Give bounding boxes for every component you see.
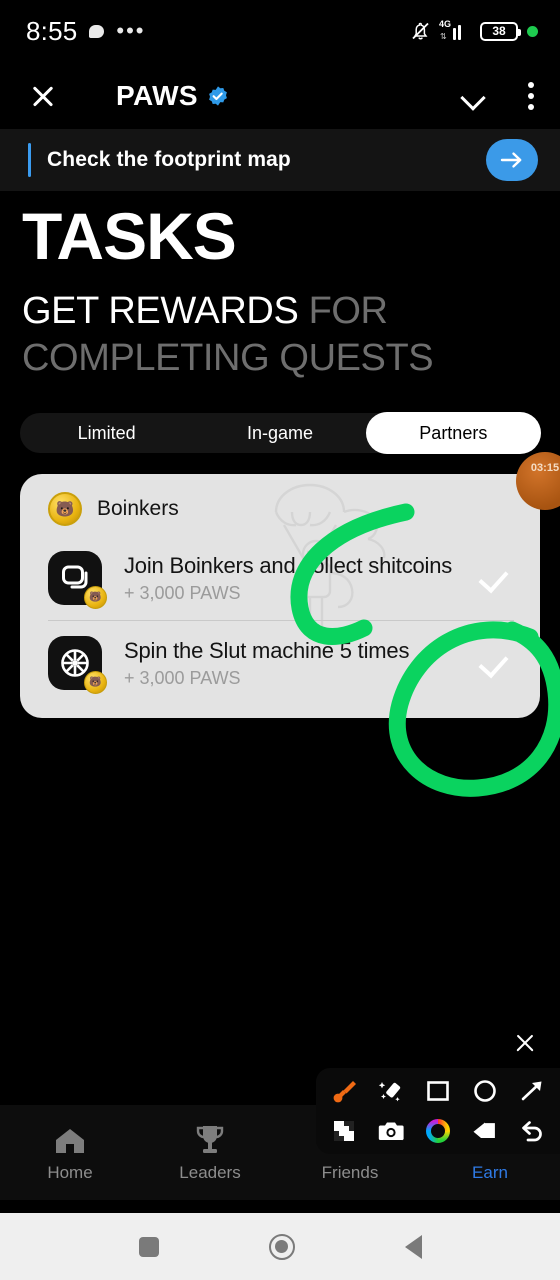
nav-label: Home [47,1163,93,1182]
nav-item-leaders[interactable]: Leaders [140,1122,280,1183]
status-time: 8:55 [26,15,78,46]
partner-task-card: 🐻 Boinkers 🐻 Join Boinkers and collect s… [20,474,540,718]
task-reward: + 3,000 PAWS [124,582,241,603]
banner-arrow-button[interactable] [486,139,538,181]
color-wheel-icon[interactable] [417,1114,459,1148]
hero-subtitle-highlight: GET REWARDS [22,290,299,332]
hero-title: TASKS [22,199,237,273]
nav-item-home[interactable]: Home [0,1122,140,1183]
verified-badge-icon [207,85,229,107]
home-icon [53,1122,87,1156]
markup-close-icon[interactable] [512,1030,538,1056]
task-row[interactable]: 🐻 Spin the Slut machine 5 times + 3,000 … [20,621,540,705]
markup-toolbar-row [320,1114,556,1148]
status-bar-left: 8:55 ••• [26,16,146,47]
nav-label: Leaders [179,1163,241,1182]
mosaic-icon[interactable] [323,1114,365,1148]
arrow-icon[interactable] [511,1074,553,1108]
task-reward: + 3,000 PAWS [124,667,241,688]
trophy-icon [195,1122,225,1156]
recents-square-icon[interactable] [138,1236,159,1257]
tab-partners[interactable]: Partners [366,413,540,453]
eraser-icon[interactable] [464,1114,506,1148]
task-info: Spin the Slut machine 5 times + 3,000 PA… [124,638,409,689]
reward-coin-badge-icon: 🐻 [84,586,107,609]
card-brand-row: 🐻 Boinkers [20,474,540,526]
checkmark-icon[interactable] [480,561,514,595]
brush-icon[interactable] [323,1074,365,1108]
back-triangle-icon[interactable] [404,1234,422,1259]
app-title-group: PAWS [116,80,229,112]
status-bar: 8:55 ••• 4G ⇅ 38 [0,0,560,62]
spin-wheel-icon: 🐻 [48,636,107,694]
recording-dot-icon [527,25,538,37]
app-header: PAWS [0,62,560,129]
brand-name: Boinkers [97,497,179,520]
home-circle-icon[interactable] [268,1233,295,1260]
reward-coin-badge-icon: 🐻 [84,671,107,694]
circle-icon[interactable] [464,1074,506,1108]
banner-accent-bar [28,143,31,177]
app-header-actions [460,81,534,110]
hero-subtitle: GET REWARDS FOR COMPLETING QUESTS [22,288,538,382]
banner-label: Check the footprint map [47,148,291,171]
task-title: Spin the Slut machine 5 times [124,637,410,663]
battery-icon: 38 [480,21,521,41]
chevron-down-icon[interactable] [460,83,486,109]
nav-label: Friends [321,1163,379,1182]
tab-limited[interactable]: Limited [20,413,193,453]
magic-highlighter-icon[interactable] [370,1074,412,1108]
more-dots-icon: ••• [116,18,146,43]
kebab-menu-icon[interactable] [528,81,534,110]
square-icon[interactable] [417,1074,459,1108]
footprint-map-banner[interactable]: Check the footprint map [0,129,560,191]
phone-screen: 8:55 ••• 4G ⇅ 38 PAWS Check the footprin… [0,0,560,1280]
task-category-tabs: Limited In-game Partners [20,413,540,453]
close-icon[interactable] [26,79,60,113]
app-window-icon: 🐻 [48,551,107,609]
chat-bubble-icon [89,24,105,38]
data-arrows-icon: ⇅ [439,31,447,41]
page-title: PAWS [116,79,198,111]
system-navigation-bar [0,1213,560,1280]
nav-label: Earn [472,1163,508,1182]
hero-section: TASKS GET REWARDS FOR COMPLETING QUESTS [0,200,560,382]
bell-muted-icon [410,21,431,41]
task-title: Join Boinkers and collect shitcoins [124,552,453,578]
task-row[interactable]: 🐻 Join Boinkers and collect shitcoins + … [20,536,540,620]
boinkers-coin-icon: 🐻 [48,492,82,526]
tab-in-game[interactable]: In-game [193,413,366,453]
arrow-right-icon [500,152,522,168]
battery-level: 38 [492,24,506,38]
markup-toolbar [316,1068,560,1154]
undo-icon[interactable] [511,1114,553,1148]
checkmark-icon[interactable] [480,646,514,680]
status-bar-right: 4G ⇅ 38 [410,18,538,41]
signal-bars-icon: 4G ⇅ [438,18,471,41]
network-type-label: 4G [438,18,451,29]
task-info: Join Boinkers and collect shitcoins + 3,… [124,553,452,604]
markup-toolbar-row [320,1074,556,1108]
camera-icon[interactable] [370,1114,412,1148]
